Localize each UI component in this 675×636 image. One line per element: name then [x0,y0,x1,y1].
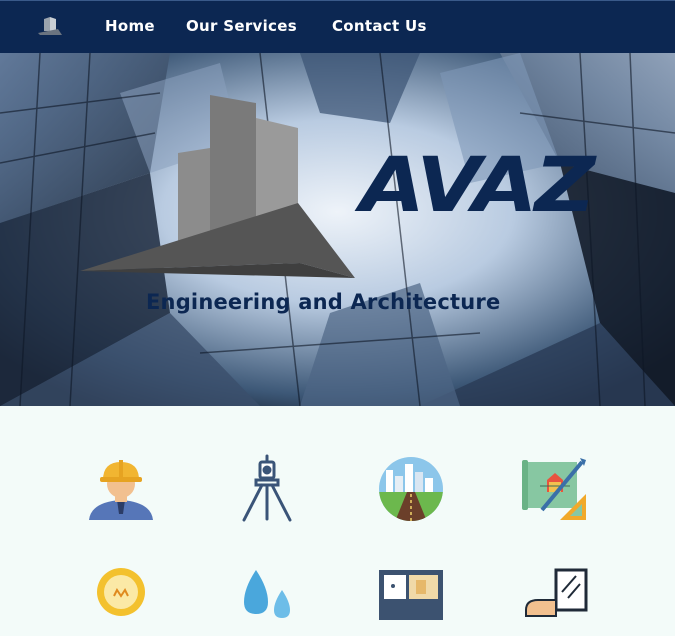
services-section [0,406,675,620]
brand-name: AVAZ [360,140,596,230]
city-road-icon[interactable] [376,454,446,524]
engineer-hardhat-icon[interactable] [86,454,156,524]
blueprint-plan-icon[interactable] [520,454,590,524]
hero-banner: AVAZ Engineering and Architecture [0,53,675,406]
hero-background-image [0,53,675,406]
nav-link-contact-us[interactable]: Contact Us [332,17,427,35]
nav-link-home[interactable]: Home [105,17,155,35]
window-installer-icon[interactable] [520,566,590,636]
lightbulb-icon[interactable] [86,566,156,636]
hero-tagline: Engineering and Architecture [146,290,501,314]
nav-link-our-services[interactable]: Our Services [186,17,297,35]
floor-plan-icon[interactable] [376,566,446,636]
building-logo-icon[interactable] [36,15,64,37]
water-drops-icon[interactable] [232,566,302,636]
surveying-tripod-icon[interactable] [232,454,302,524]
top-navbar: Home Our Services Contact Us [0,0,675,53]
